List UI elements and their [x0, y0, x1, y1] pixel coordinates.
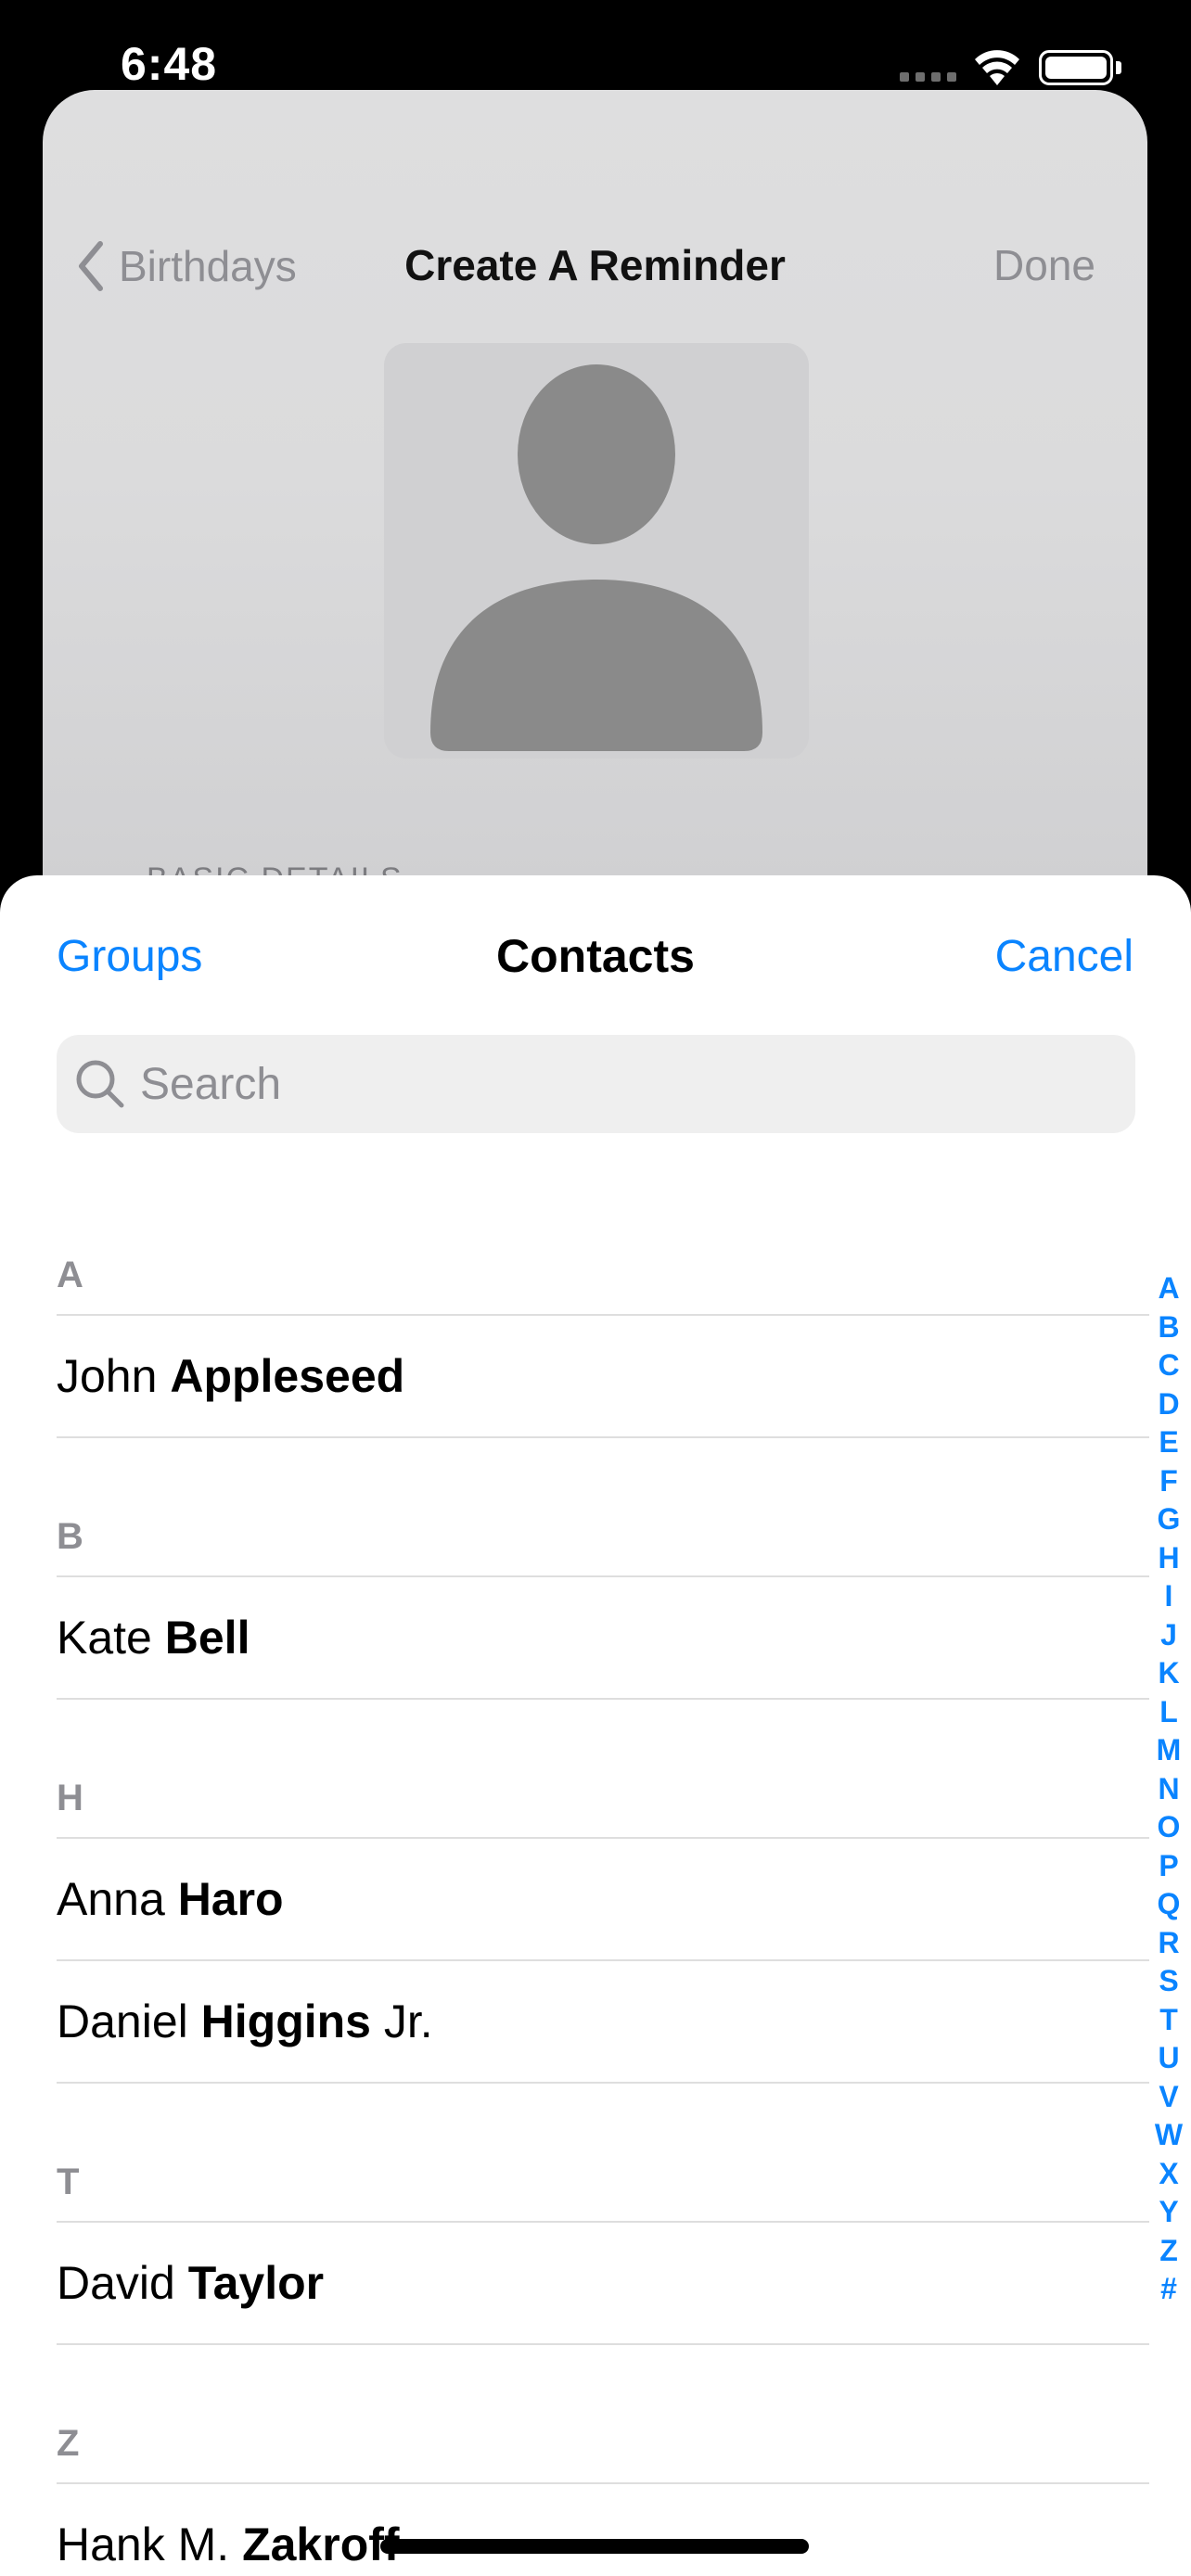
contact-row[interactable]: Daniel Higgins Jr.: [57, 1961, 1114, 2082]
contact-last-name: Haro: [177, 1873, 284, 1925]
home-indicator[interactable]: [380, 2539, 809, 2554]
contact-last-name: Bell: [164, 1612, 250, 1664]
index-letter[interactable]: U: [1150, 2039, 1187, 2078]
status-time: 6:48: [121, 38, 218, 90]
index-letter[interactable]: Z: [1150, 2232, 1187, 2271]
battery-icon: [1039, 50, 1113, 85]
index-letter[interactable]: B: [1150, 1308, 1187, 1347]
contact-first-name: Kate: [57, 1612, 152, 1664]
avatar-placeholder[interactable]: [384, 343, 809, 759]
screen-title: Create A Reminder: [404, 241, 786, 289]
index-letter[interactable]: W: [1150, 2116, 1187, 2155]
background-screen: Birthdays Create A Reminder Done BASIC D…: [43, 90, 1147, 925]
contact-suffix: Jr.: [383, 1996, 433, 2047]
contact-last-name: Appleseed: [170, 1350, 405, 1402]
divider: [57, 1698, 1149, 1700]
cancel-button[interactable]: Cancel: [995, 931, 1133, 982]
section-header-b: B: [57, 1516, 83, 1557]
index-letter[interactable]: R: [1150, 1924, 1187, 1963]
contact-last-name: Higgins: [200, 1996, 371, 2047]
index-letter[interactable]: M: [1150, 1731, 1187, 1770]
section-header-z: Z: [57, 2423, 80, 2464]
done-button[interactable]: Done: [993, 240, 1095, 290]
index-letter[interactable]: S: [1150, 1962, 1187, 2001]
index-letter[interactable]: C: [1150, 1346, 1187, 1385]
status-bar: 6:48: [0, 0, 1191, 93]
index-letter[interactable]: Y: [1150, 2193, 1187, 2232]
index-letter[interactable]: Q: [1150, 1885, 1187, 1924]
index-letter[interactable]: A: [1150, 1269, 1187, 1308]
person-silhouette-icon: [430, 364, 762, 751]
section-index-bar[interactable]: A B C D E F G H I J K L M N O P Q R S T …: [1150, 1269, 1187, 2309]
contact-first-name: Daniel: [57, 1996, 188, 2047]
contact-first-name: Anna: [57, 1873, 165, 1925]
contact-row[interactable]: Anna Haro: [57, 1839, 1114, 1959]
section-header-h: H: [57, 1778, 83, 1818]
divider: [57, 1436, 1149, 1438]
cellular-signal-icon: [900, 72, 957, 82]
index-letter[interactable]: D: [1150, 1385, 1187, 1424]
contacts-sheet: Groups Contacts Cancel A John Appleseed …: [0, 875, 1191, 2576]
index-letter[interactable]: P: [1150, 1847, 1187, 1886]
search-input[interactable]: [140, 1035, 1105, 1133]
contact-first-name: David: [57, 2257, 175, 2309]
battery-cap-icon: [1116, 61, 1121, 74]
section-header-t: T: [57, 2162, 80, 2202]
wifi-icon: [972, 46, 1022, 90]
index-letter[interactable]: L: [1150, 1693, 1187, 1732]
index-letter[interactable]: J: [1150, 1616, 1187, 1655]
index-letter[interactable]: T: [1150, 2001, 1187, 2040]
contact-last-name: Taylor: [187, 2257, 325, 2309]
contact-first-name: John: [57, 1350, 158, 1402]
divider: [57, 2082, 1149, 2084]
contact-row[interactable]: Hank M. Zakroff: [57, 2484, 1114, 2576]
contact-row[interactable]: David Taylor: [57, 2223, 1114, 2343]
search-icon: [76, 1060, 124, 1108]
index-letter[interactable]: E: [1150, 1423, 1187, 1462]
index-letter[interactable]: N: [1150, 1770, 1187, 1809]
index-letter[interactable]: X: [1150, 2155, 1187, 2194]
index-letter[interactable]: F: [1150, 1462, 1187, 1501]
index-letter[interactable]: H: [1150, 1539, 1187, 1578]
contact-row[interactable]: John Appleseed: [57, 1316, 1114, 1436]
index-letter[interactable]: K: [1150, 1654, 1187, 1693]
index-letter[interactable]: O: [1150, 1808, 1187, 1847]
divider: [57, 2343, 1149, 2345]
index-letter[interactable]: V: [1150, 2078, 1187, 2117]
section-header-a: A: [57, 1255, 83, 1295]
contact-row[interactable]: Kate Bell: [57, 1577, 1114, 1698]
search-bar[interactable]: [57, 1035, 1135, 1133]
index-letter[interactable]: #: [1150, 2270, 1187, 2309]
index-letter[interactable]: I: [1150, 1577, 1187, 1616]
index-letter[interactable]: G: [1150, 1500, 1187, 1539]
contact-last-name: Zakroff: [242, 2519, 400, 2570]
contact-first-name: Hank M.: [57, 2519, 230, 2570]
